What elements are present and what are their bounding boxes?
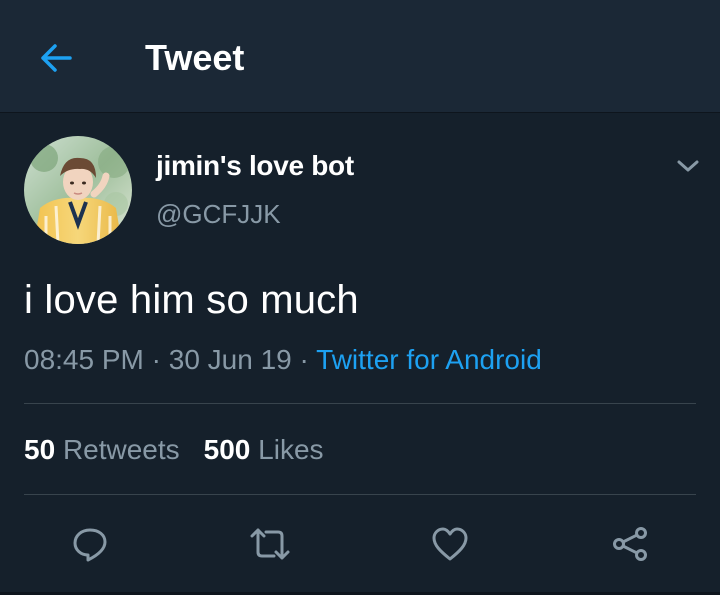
page-title: Tweet [145,37,245,78]
divider [24,494,696,495]
retweet-icon [250,528,290,560]
reply-button[interactable] [66,520,114,568]
retweets-count: 50 [24,434,56,465]
meta-separator: · [143,344,169,375]
likes-count: 500 [203,434,251,465]
likes-label: Likes [258,434,324,465]
tweet-date: 30 Jun 19 [168,344,292,375]
heart-icon [432,527,468,561]
tweet-source-link[interactable]: Twitter for Android [316,344,542,375]
avatar-image [24,136,132,244]
arrow-left-icon [41,44,72,72]
reply-icon [73,528,107,562]
user-handle[interactable]: @GCFJJK [156,197,281,231]
chevron-down-icon [677,160,699,172]
divider [24,403,696,404]
tweet-stats: 50 Retweets 500 Likes [24,432,324,468]
avatar[interactable] [24,136,132,244]
top-app-bar: Tweet [0,0,720,113]
tweet-text: i love him so much [24,278,359,322]
retweet-button[interactable] [246,520,294,568]
retweets-label: Retweets [62,434,180,465]
like-button[interactable] [426,520,474,568]
share-button[interactable] [606,520,654,568]
display-name[interactable]: jimin's love bot [156,148,354,184]
tweet-menu-button[interactable] [672,150,704,182]
share-icon [613,527,647,561]
meta-separator: · [291,344,317,375]
tweet-time: 08:45 PM [24,344,144,375]
tweet-metadata: 08:45 PM · 30 Jun 19 · Twitter for Andro… [24,342,542,378]
retweets-stat[interactable]: 50 Retweets [24,434,180,465]
likes-stat[interactable]: 500 Likes [204,434,324,465]
back-button[interactable] [34,36,78,80]
